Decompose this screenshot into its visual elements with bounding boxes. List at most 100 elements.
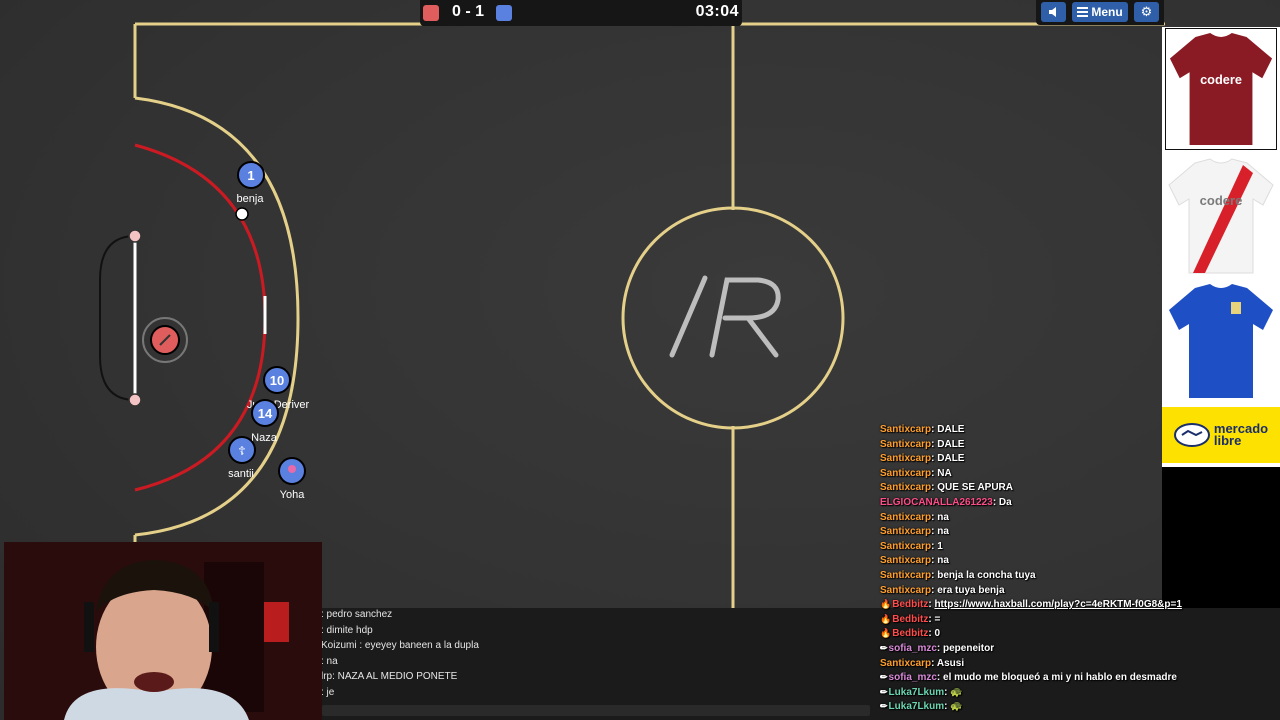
chat-message: era tuya benja bbox=[937, 584, 1005, 596]
chat-input[interactable] bbox=[322, 705, 870, 716]
chat-username[interactable]: ELGIOCANALLA261223 bbox=[880, 497, 993, 508]
stream-chat-line: Santixcarp: DALE bbox=[880, 439, 964, 450]
chat-message: 🐢 bbox=[950, 686, 963, 698]
chat-username[interactable]: Luka7Lkum bbox=[889, 687, 945, 698]
player-benja: 1 benja bbox=[237, 161, 265, 205]
chat-message: NA bbox=[937, 467, 952, 479]
red-player bbox=[142, 317, 188, 363]
chat-message: = bbox=[934, 613, 941, 625]
stream-chat-line: Santixcarp: benja la concha tuya bbox=[880, 570, 1036, 581]
player-name: Naza bbox=[251, 432, 278, 444]
chat-username[interactable]: Santixcarp bbox=[880, 482, 931, 493]
webcam-feed bbox=[4, 542, 322, 720]
chat-username[interactable]: sofia_mzc bbox=[889, 643, 937, 654]
stream-chat-line: ✏sofia_mzc: pepeneitor bbox=[880, 643, 994, 654]
chat-message: na bbox=[937, 526, 949, 538]
chat-badge-icon: ✏ bbox=[880, 643, 888, 653]
chat-line: : je bbox=[321, 687, 335, 698]
stream-chat-line: ✏sofia_mzc: el mudo me bloqueó a mi y ni… bbox=[880, 672, 1177, 683]
chat-message: 1 bbox=[937, 540, 943, 552]
chat-username[interactable]: Santixcarp bbox=[880, 570, 931, 581]
chat-message: Asusi bbox=[936, 657, 965, 669]
chat-message: DALE bbox=[937, 424, 965, 435]
chat-message[interactable]: https://www.haxball.com/play?c=4eRKTM-f0… bbox=[934, 599, 1181, 610]
chat-message: 🐢 bbox=[950, 701, 963, 713]
chat-username[interactable]: Santixcarp bbox=[880, 453, 931, 464]
chat-message: pepeneitor bbox=[943, 643, 995, 654]
blue-team-swatch bbox=[496, 5, 512, 21]
stream-chat-line: Santixcarp: Asusi bbox=[880, 658, 964, 669]
match-timer: 03:04 bbox=[695, 3, 739, 20]
sound-button[interactable] bbox=[1041, 2, 1066, 22]
stream-chat-line: Santixcarp: na bbox=[880, 555, 949, 566]
gear-icon: ⚙ bbox=[1140, 4, 1153, 20]
stream-chat-line: 🔥Bedbitz: 0 bbox=[880, 628, 940, 639]
chat-username[interactable]: Santixcarp bbox=[880, 439, 931, 450]
chat-username[interactable]: Santixcarp bbox=[880, 555, 931, 566]
chat-badge-icon: ✏ bbox=[880, 701, 888, 712]
sponsor-panel: codere codere mercado libre bbox=[1162, 27, 1280, 467]
stream-chat-line: Santixcarp: QUE SE APURA bbox=[880, 482, 1013, 493]
jersey-blue-image bbox=[1169, 284, 1273, 398]
top-menu-bar: Menu ⚙ bbox=[1036, 0, 1164, 25]
chat-message: na bbox=[937, 555, 949, 567]
stream-chat-line: Santixcarp: DALE bbox=[880, 453, 964, 464]
chat-username[interactable]: Bedbitz bbox=[892, 599, 928, 610]
player-avatar-glyph bbox=[288, 465, 296, 473]
stream-chat-line: Santixcarp: na bbox=[880, 512, 949, 523]
chat-line: : na bbox=[321, 656, 338, 667]
mercado-libre-text: mercado libre bbox=[1213, 421, 1269, 448]
center-logo bbox=[669, 275, 781, 358]
jersey-red-image: codere bbox=[1165, 28, 1277, 150]
goal-post-bottom bbox=[128, 393, 142, 407]
chat-username[interactable]: Luka7Lkum bbox=[889, 701, 945, 712]
goal-net bbox=[99, 235, 136, 401]
chat-line: Koizumi : eyeyey baneen a la dupla bbox=[321, 640, 479, 651]
chat-username[interactable]: Bedbitz bbox=[892, 614, 928, 625]
chat-username[interactable]: Santixcarp bbox=[880, 526, 931, 537]
player-name: santii bbox=[228, 468, 254, 480]
chat-badge-icon: ✏ bbox=[880, 672, 888, 683]
chat-line: lrp: NAZA AL MEDIO PONETE bbox=[321, 671, 458, 682]
menu-button[interactable]: Menu bbox=[1072, 2, 1128, 22]
chat-message: 0 bbox=[934, 628, 940, 640]
player-name: benja bbox=[237, 193, 265, 205]
stream-chat-line: Santixcarp: na bbox=[880, 526, 949, 537]
jersey-sponsor-text: codere bbox=[1200, 193, 1243, 208]
player-yoha: Yoha bbox=[278, 457, 306, 501]
player-naza: 14 Naza bbox=[251, 399, 279, 444]
chat-username[interactable]: Santixcarp bbox=[880, 541, 931, 552]
hamburger-icon bbox=[1077, 7, 1089, 17]
chat-username[interactable]: Santixcarp bbox=[880, 512, 931, 523]
game-stage: 1 benja 10 Juan Deriver 14 Naza ☦ santii… bbox=[0, 0, 1280, 720]
chat-username[interactable]: Santixcarp bbox=[880, 424, 931, 435]
chat-badge-icon: 🔥 bbox=[880, 599, 892, 610]
streamer-image bbox=[4, 542, 322, 720]
jersey-white-image: codere bbox=[1168, 158, 1274, 274]
chat-username[interactable]: Santixcarp bbox=[880, 468, 931, 479]
player-number: 1 bbox=[247, 168, 254, 183]
chat-badge-icon: 🔥 bbox=[880, 613, 892, 624]
chat-username[interactable]: Santixcarp bbox=[880, 658, 931, 669]
chat-username[interactable]: sofia_mzc bbox=[889, 672, 937, 683]
stream-chat-line: Santixcarp: DALE bbox=[880, 424, 964, 435]
chat-line: : pedro sanchez bbox=[321, 609, 393, 620]
stream-chat-line: Santixcarp: NA bbox=[880, 468, 952, 479]
chat-badge-icon: ✏ bbox=[880, 686, 888, 697]
jersey-sponsor-text: codere bbox=[1200, 72, 1242, 87]
chat-username[interactable]: Bedbitz bbox=[892, 628, 928, 639]
stream-chat-line: 🔥Bedbitz: https://www.haxball.com/play?c… bbox=[880, 599, 1182, 610]
stream-chat-line: ELGIOCANALLA261223: Da bbox=[880, 497, 1012, 508]
chat-badge-icon: 🔥 bbox=[880, 628, 892, 639]
score: 0 - 1 bbox=[451, 3, 484, 20]
game-chat: : pedro sanchez : dimite hdp Koizumi : e… bbox=[320, 608, 874, 720]
player-avatar-glyph: ☦ bbox=[238, 444, 246, 458]
player-santii: ☦ santii bbox=[228, 436, 256, 480]
penalty-area-arc bbox=[134, 96, 300, 537]
chat-message: DALE bbox=[937, 438, 965, 450]
player-name: Yoha bbox=[280, 489, 306, 501]
chat-message: benja la concha tuya bbox=[937, 570, 1036, 581]
chat-username[interactable]: Santixcarp bbox=[880, 585, 931, 596]
settings-button[interactable]: ⚙ bbox=[1134, 2, 1159, 22]
chat-line: : dimite hdp bbox=[321, 625, 373, 636]
